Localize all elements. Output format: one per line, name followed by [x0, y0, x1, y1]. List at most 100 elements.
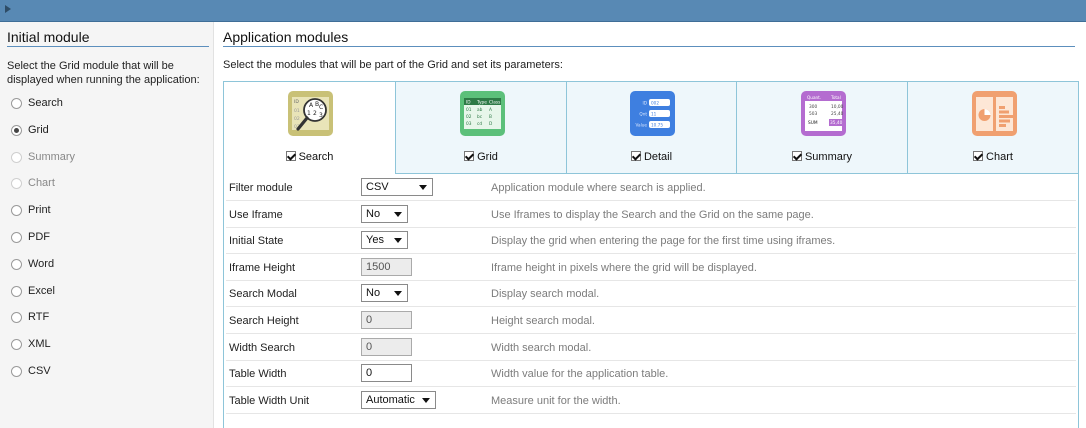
radio-summary	[11, 151, 22, 163]
radio-label-print: Print	[28, 204, 51, 217]
setting-label-search-modal: Search Modal	[229, 288, 297, 301]
svg-text:bc: bc	[477, 114, 483, 120]
setting-label-iframe-height: Iframe Height	[229, 261, 296, 274]
radio-excel[interactable]	[11, 285, 22, 297]
detail-module-checkbox[interactable]	[630, 151, 641, 161]
radio-label-excel: Excel	[28, 284, 55, 297]
iframe-height-value: 1500	[366, 260, 391, 273]
setting-row-table-width-unit: Table Width Unit Automatic Measure unit fo…	[226, 387, 1076, 414]
svg-text:503: 503	[809, 111, 817, 117]
tab-detail[interactable]: ID 002 Qnt 11 Value 10.75 Detail	[566, 82, 736, 174]
svg-text:C: C	[319, 104, 323, 111]
tab-caption-summary: Summary	[737, 151, 907, 163]
svg-text:10.75: 10.75	[651, 123, 663, 128]
radio-word[interactable]	[11, 258, 22, 270]
radio-print[interactable]	[11, 205, 22, 217]
grid-module-icon[interactable]: ID Type Class 01 ab A 02 bc B 03 cd D	[460, 91, 505, 136]
expand-arrow-icon[interactable]	[5, 5, 11, 13]
tab-summary[interactable]: Quant. Total 300 10,00 503 25,40 SUM 35,40 Summa…	[736, 82, 907, 174]
tab-chart[interactable]: Chart	[907, 82, 1078, 174]
tab-label-summary: Summary	[804, 151, 853, 163]
initial-module-panel: Initial module Select the Grid module th…	[0, 22, 214, 428]
tab-caption-chart: Chart	[908, 151, 1078, 163]
svg-text:A: A	[489, 107, 492, 113]
radio-search[interactable]	[11, 98, 22, 109]
initial-state-select[interactable]: Yes	[361, 231, 408, 250]
svg-text:1: 1	[307, 110, 311, 117]
summary-module-checkbox[interactable]	[791, 151, 802, 161]
setting-hint-search-modal: Display search modal.	[491, 288, 600, 301]
svg-text:Qnt: Qnt	[639, 112, 647, 117]
svg-text:ID: ID	[294, 99, 299, 105]
svg-text:01: 01	[466, 107, 472, 113]
setting-row-search-height: Search Height 0 Height search modal.	[226, 307, 1076, 334]
search-module-checkbox[interactable]	[285, 151, 296, 161]
table-width-unit-value: Automatic	[366, 393, 415, 406]
summary-module-icon[interactable]: Quant. Total 300 10,00 503 25,40 SUM 35,40	[801, 91, 846, 136]
setting-label-use-iframe: Use Iframe	[229, 208, 283, 221]
initial-module-option-rtf[interactable]: RTF	[11, 310, 201, 326]
svg-text:11: 11	[651, 112, 657, 117]
svg-text:B: B	[489, 114, 492, 120]
svg-text:Quant.: Quant.	[807, 95, 821, 100]
radio-pdf[interactable]	[11, 232, 22, 243]
radio-rtf[interactable]	[11, 312, 22, 324]
search-height-value: 0	[366, 314, 373, 326]
radio-label-search: Search	[28, 97, 63, 109]
initial-module-option-pdf[interactable]: PDF	[11, 230, 201, 246]
svg-text:ID: ID	[643, 101, 647, 106]
tab-caption-detail: Detail	[567, 151, 736, 163]
svg-text:ab: ab	[477, 107, 483, 113]
setting-label-initial-state: Initial State	[229, 235, 284, 248]
width-search-input: 0	[361, 337, 412, 356]
initial-module-option-csv[interactable]: CSV	[11, 364, 201, 380]
initial-module-option-xml[interactable]: XML	[11, 337, 201, 353]
radio-xml[interactable]	[11, 339, 22, 351]
tab-caption-grid: Grid	[396, 151, 566, 163]
svg-text:Value: Value	[636, 123, 648, 128]
top-toolbar	[0, 0, 1086, 22]
initial-module-option-excel[interactable]: Excel	[11, 284, 201, 300]
table-width-input[interactable]: 0	[361, 364, 412, 383]
setting-row-filter-module: Filter module CSV Application module where…	[226, 174, 1076, 201]
initial-module-option-grid[interactable]: Grid	[11, 123, 201, 139]
svg-text:25,40: 25,40	[831, 111, 844, 117]
use-iframe-select[interactable]: No	[361, 204, 408, 223]
application-modules-description: Select the modules that will be part of …	[223, 59, 563, 71]
radio-label-grid: Grid	[28, 123, 49, 136]
setting-hint-search-height: Height search modal.	[491, 315, 595, 327]
radio-label-xml: XML	[28, 338, 51, 351]
setting-row-width-search: Width Search 0 Width search modal.	[226, 334, 1076, 361]
setting-row-table-width: Table Width 0 Width value for the applicat…	[226, 360, 1076, 388]
search-module-icon[interactable]: ID 01 02 03 A B C 1 2 3	[288, 91, 333, 136]
initial-state-value: Yes	[366, 234, 384, 247]
tab-search[interactable]: ID 01 02 03 A B C 1 2 3 Search	[224, 82, 395, 174]
svg-text:03: 03	[466, 121, 472, 127]
radio-label-word: Word	[28, 257, 55, 270]
radio-label-pdf: PDF	[28, 231, 50, 243]
tab-caption-search: Search	[224, 151, 395, 163]
filter-module-value: CSV	[366, 181, 389, 193]
tab-label-chart: Chart	[986, 151, 1013, 163]
radio-label-chart: Chart	[28, 177, 55, 190]
setting-hint-use-iframe: Use Iframes to display the Search and th…	[491, 208, 814, 221]
grid-module-checkbox[interactable]	[464, 151, 475, 161]
detail-module-icon[interactable]: ID 002 Qnt 11 Value 10.75	[630, 91, 675, 136]
radio-csv[interactable]	[11, 366, 22, 377]
chart-module-icon[interactable]	[972, 91, 1017, 136]
application-modules-title: Application modules	[223, 29, 1075, 47]
tab-grid[interactable]: ID Type Class 01 ab A 02 bc B 03 cd D Grid	[395, 82, 566, 174]
initial-module-option-word[interactable]: Word	[11, 257, 201, 273]
search-modal-select[interactable]: No	[361, 284, 408, 303]
initial-module-option-search[interactable]: Search	[11, 96, 201, 112]
setting-label-table-width-unit: Table Width Unit	[229, 394, 310, 407]
setting-row-search-modal: Search Modal No Display search modal.	[226, 280, 1076, 308]
initial-module-option-print[interactable]: Print	[11, 203, 201, 219]
radio-grid[interactable]	[11, 124, 22, 136]
chart-module-checkbox[interactable]	[973, 151, 984, 161]
filter-module-select[interactable]: CSV	[361, 178, 433, 196]
search-height-input: 0	[361, 311, 412, 329]
initial-module-option-summary: Summary	[11, 150, 201, 166]
tab-label-detail: Detail	[643, 151, 673, 163]
table-width-unit-select[interactable]: Automatic	[361, 390, 436, 409]
